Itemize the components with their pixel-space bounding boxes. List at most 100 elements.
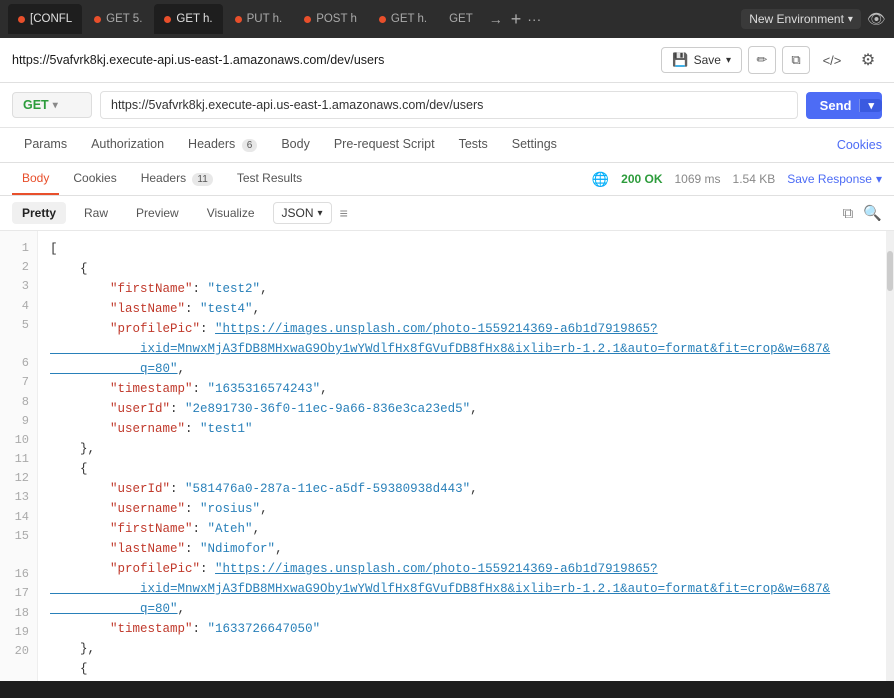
eye-icon[interactable]: 👁 [867,10,886,28]
scrollbar-thumb[interactable] [887,251,893,291]
tab-post[interactable]: POST h [294,4,367,34]
method-select[interactable]: GET ▾ [12,92,92,118]
tab-get2[interactable]: GET h. [154,4,222,34]
url-input[interactable] [100,91,798,119]
env-selector[interactable]: New Environment ▾ [741,9,861,29]
tab-dot-confl [18,16,25,23]
tab-label-put: PUT h. [247,13,283,25]
tab-dot-get1 [94,16,101,23]
status-ok: 200 OK [621,172,662,186]
cookies-link[interactable]: Cookies [837,138,882,152]
settings-icon-btn[interactable]: ⚙ [854,46,882,74]
code-line-16: "timestamp": "1633726647050" [50,619,874,639]
request-row: GET ▾ Send ▾ [0,83,894,128]
res-tab-cookies[interactable]: Cookies [63,163,126,195]
view-raw-button[interactable]: Raw [74,202,118,224]
method-chevron-icon: ▾ [53,100,58,111]
save-response-label: Save Response [787,172,872,186]
code-line-17: }, [50,639,874,659]
code-line-3: "firstName": "test2", [50,279,874,299]
tab-label-get1: GET 5. [106,13,142,25]
tab-authorization[interactable]: Authorization [79,128,176,162]
format-select[interactable]: JSON ▾ [273,202,332,224]
tab-put[interactable]: PUT h. [225,4,293,34]
save-response-chevron-icon: ▾ [876,172,882,186]
headers-badge: 6 [242,139,258,152]
res-tab-headers[interactable]: Headers 11 [131,163,223,195]
response-size: 1.54 KB [733,172,776,186]
code-line-2: { [50,259,874,279]
format-chevron-icon: ▾ [318,208,323,219]
code-line-4: "lastName": "test4", [50,299,874,319]
tab-get3[interactable]: GET h. [369,4,437,34]
code-brackets-icon: </> [823,53,842,68]
code-line-7: "userId": "2e891730-36f0-11ec-9a66-836e3… [50,399,874,419]
tab-tests[interactable]: Tests [447,128,500,162]
tab-label-get2: GET h. [176,13,212,25]
code-line-1: [ [50,239,874,259]
filter-lines-icon[interactable]: ≡ [340,205,348,221]
code-line-14: "lastName": "Ndimofor", [50,539,874,559]
copy-icon: ⧉ [791,52,800,68]
tab-body[interactable]: Body [269,128,322,162]
globe-icon: 🌐 [592,171,609,188]
response-time: 1069 ms [675,172,721,186]
format-label: JSON [282,206,314,220]
res-tab-testresults[interactable]: Test Results [227,163,312,195]
tab-label-get3: GET h. [391,13,427,25]
save-chevron-icon: ▾ [726,55,731,66]
tab-label-get4: GET [449,13,473,25]
env-chevron-icon: ▾ [848,14,853,25]
code-area: 1 2 3 4 5 6 7 8 9 10 11 12 13 14 15 16 1… [0,231,894,681]
res-headers-badge: 11 [192,173,212,186]
tab-bar: [CONFL GET 5. GET h. PUT h. POST h GET h… [0,0,894,38]
tab-get1[interactable]: GET 5. [84,4,152,34]
scrollbar[interactable] [886,231,894,681]
search-icon[interactable]: 🔍 [863,204,882,222]
copy-button[interactable]: ⧉ [782,46,810,74]
res-tab-body[interactable]: Body [12,163,59,195]
tab-more-icon[interactable]: ··· [527,11,541,27]
code-line-19: "firstName": "test2", [50,679,874,681]
code-line-5: "profilePic": "https://images.unsplash.c… [50,319,874,379]
code-line-12: "username": "rosius", [50,499,874,519]
code-icon-btn[interactable]: </> [818,46,846,74]
code-line-8: "username": "test1" [50,419,874,439]
view-pretty-button[interactable]: Pretty [12,202,66,224]
tab-headers[interactable]: Headers 6 [176,128,269,162]
save-disk-icon: 💾 [672,52,688,68]
response-status-area: 🌐 200 OK 1069 ms 1.54 KB Save Response ▾ [592,171,882,188]
edit-button[interactable]: ✏ [748,46,776,74]
url-bar-actions: 💾 Save ▾ ✏ ⧉ [661,46,810,74]
send-chevron-icon[interactable]: ▾ [859,99,882,112]
response-tabs-row: Body Cookies Headers 11 Test Results 🌐 2… [0,163,894,196]
tab-dot-put [235,16,242,23]
tab-settings[interactable]: Settings [500,128,569,162]
copy-code-icon[interactable]: ⧉ [843,205,854,222]
request-tabs-row: Params Authorization Headers 6 Body Pre-… [0,128,894,163]
tab-confl[interactable]: [CONFL [8,4,82,34]
tab-label-confl: [CONFL [30,13,72,25]
tab-bar-right: New Environment ▾ 👁 [741,9,886,29]
tab-prerequest[interactable]: Pre-request Script [322,128,447,162]
view-preview-button[interactable]: Preview [126,202,189,224]
code-line-13: "firstName": "Ateh", [50,519,874,539]
code-line-6: "timestamp": "1635316574243", [50,379,874,399]
code-line-9: }, [50,439,874,459]
code-line-18: { [50,659,874,679]
send-button[interactable]: Send ▾ [806,92,882,119]
code-line-11: "userId": "581476a0-287a-11ec-a5df-59380… [50,479,874,499]
code-line-10: { [50,459,874,479]
view-visualize-button[interactable]: Visualize [197,202,265,224]
toolbar-right: ⧉ 🔍 [843,204,882,222]
tab-dot-get3 [379,16,386,23]
tab-add-icon[interactable]: + [511,9,522,30]
tab-params[interactable]: Params [12,128,79,162]
url-bar-area: https://5vafvrk8kj.execute-api.us-east-1… [0,38,894,83]
edit-icon: ✏ [757,52,768,68]
code-content: [ { "firstName": "test2", "lastName": "t… [38,231,886,681]
save-response-button[interactable]: Save Response ▾ [787,172,882,186]
save-button[interactable]: 💾 Save ▾ [661,47,742,73]
line-numbers: 1 2 3 4 5 6 7 8 9 10 11 12 13 14 15 16 1… [0,231,38,681]
tab-get4[interactable]: GET [439,4,483,34]
